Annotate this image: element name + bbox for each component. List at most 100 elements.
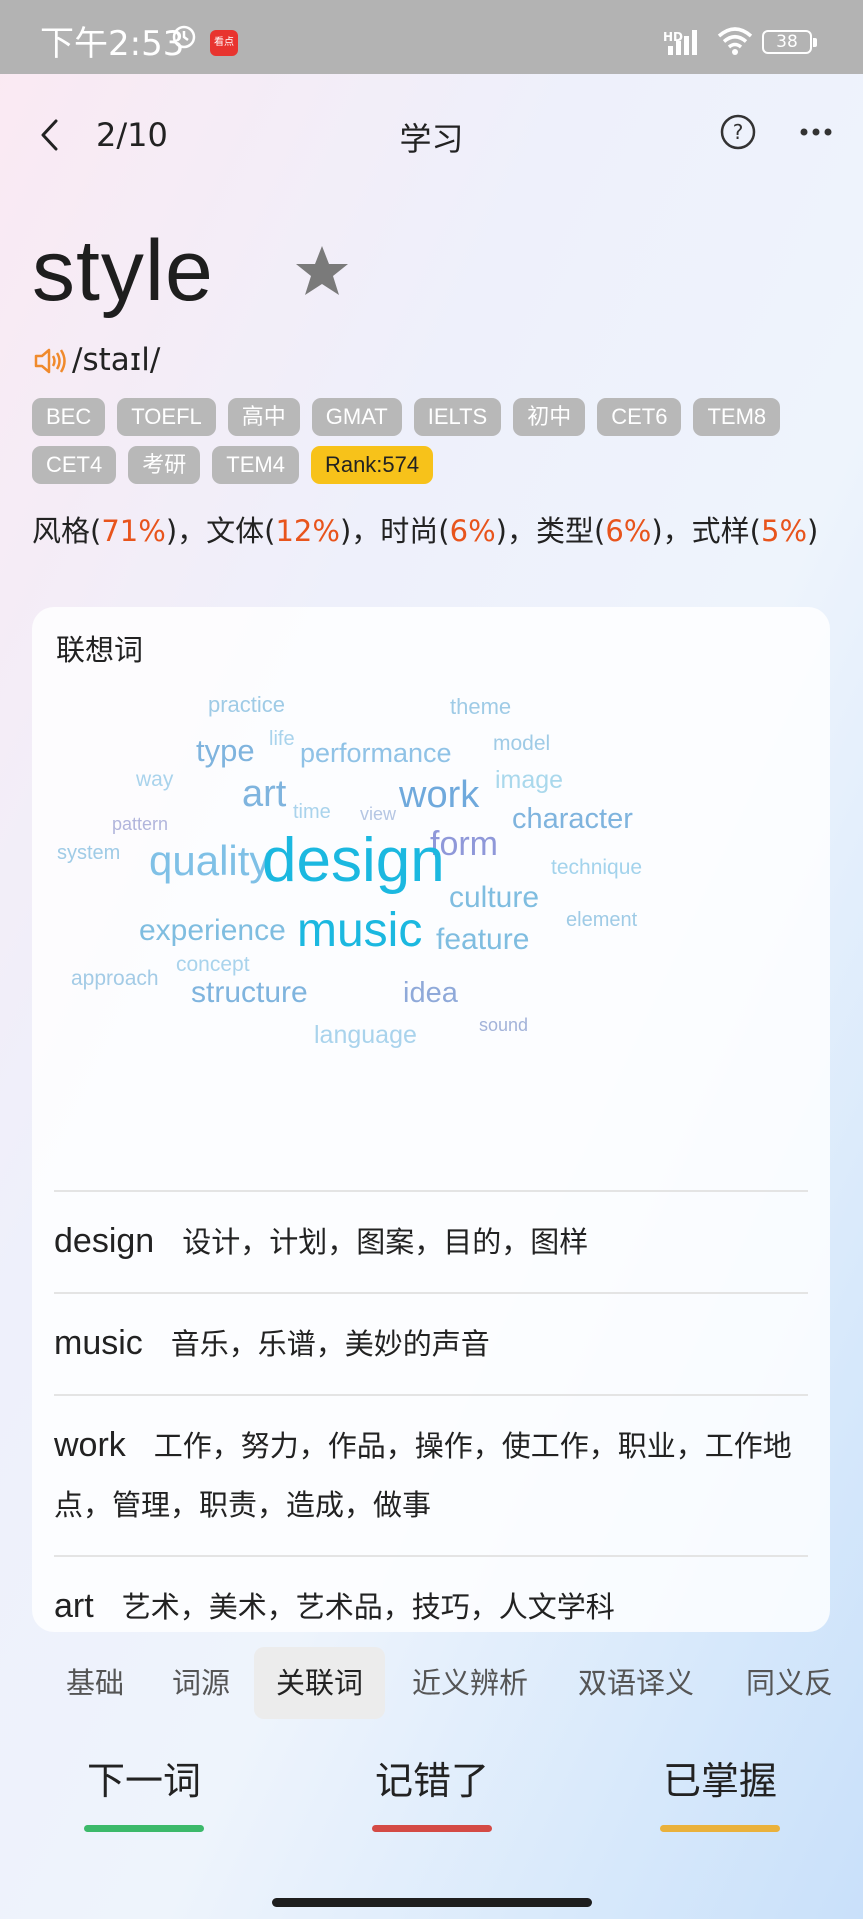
meaning-percent: 12%	[275, 514, 340, 548]
cloud-word-time[interactable]: time	[293, 802, 331, 822]
exam-tag: GMAT	[311, 398, 402, 436]
cloud-word-idea[interactable]: idea	[403, 979, 458, 1008]
alarm-icon	[172, 25, 196, 49]
word-list-chinese: 工作，努力，作品，操作，使工作，职业，工作地点，管理，职责，造成，做事	[54, 1429, 792, 1522]
exam-tag: BEC	[32, 398, 106, 436]
signal-icon	[668, 30, 697, 55]
tab-5[interactable]: 同义反	[746, 1647, 833, 1719]
status-time: 下午2:53	[40, 24, 185, 64]
home-indicator[interactable]	[272, 1898, 592, 1907]
word-list-item[interactable]: art 艺术，美术，艺术品，技巧，人文学科	[54, 1555, 808, 1632]
cloud-word-character[interactable]: character	[512, 805, 633, 834]
cloud-word-concept[interactable]: concept	[176, 954, 250, 975]
exam-tag: CET4	[32, 446, 117, 484]
word-cloud: practice theme life type performance model way…	[32, 687, 830, 1087]
meaning-percent: 71%	[101, 514, 166, 548]
cloud-word-theme[interactable]: theme	[450, 696, 511, 718]
top-nav: 2/10 学习 ?	[0, 100, 863, 170]
cloud-word-language[interactable]: language	[314, 1023, 417, 1048]
cloud-word-feature[interactable]: feature	[436, 925, 529, 955]
tab-1[interactable]: 词源	[172, 1647, 230, 1719]
associated-word-list: design 设计，计划，图案，目的，图样 music 音乐，乐谱，美妙的声音 work…	[54, 1190, 808, 1632]
cloud-word-practice[interactable]: practice	[208, 694, 285, 716]
word-list-item[interactable]: work 工作，努力，作品，操作，使工作，职业，工作地点，管理，职责，造成，做事	[54, 1394, 808, 1555]
exam-tag: 高中	[227, 398, 300, 436]
cloud-word-view[interactable]: view	[360, 805, 396, 823]
cloud-word-approach[interactable]: approach	[71, 968, 159, 989]
cloud-word-performance[interactable]: performance	[300, 740, 452, 767]
cloud-word-sound[interactable]: sound	[479, 1016, 528, 1034]
cloud-word-design[interactable]: design	[262, 830, 445, 892]
exam-tags: BEC TOEFL 高中 GMAT IELTS 初中 CET6 TEM8 CET4 考研 TEM4 R…	[32, 398, 832, 484]
word-list-chinese: 艺术，美术，艺术品，技巧，人文学科	[121, 1590, 615, 1624]
meaning-percent: 6%	[605, 514, 652, 548]
action-label: 记错了	[374, 1759, 489, 1803]
svg-text:?: ?	[733, 120, 744, 144]
exam-tag: IELTS	[413, 398, 502, 436]
cloud-word-quality[interactable]: quality	[149, 840, 270, 882]
cloud-word-culture[interactable]: culture	[449, 883, 539, 913]
word-list-chinese: 设计，计划，图案，目的，图样	[182, 1225, 589, 1259]
meaning-text: 时尚	[380, 514, 439, 548]
word-list-english: music	[54, 1324, 143, 1362]
cloud-word-art[interactable]: art	[242, 775, 286, 813]
meaning-text: 文体	[206, 514, 265, 548]
action-button-2[interactable]: 已掌握	[660, 1750, 780, 1832]
battery-icon: 38	[762, 30, 817, 54]
tab-4[interactable]: 双语译义	[578, 1647, 694, 1719]
news-app-icon: 看点	[210, 30, 238, 56]
cloud-word-music[interactable]: music	[297, 907, 422, 955]
meaning-text: 类型	[535, 514, 594, 548]
cloud-word-system[interactable]: system	[57, 843, 120, 863]
cloud-word-model[interactable]: model	[493, 733, 550, 754]
cloud-word-type[interactable]: type	[196, 735, 255, 766]
cloud-word-experience[interactable]: experience	[139, 916, 286, 946]
tab-2[interactable]: 关联词	[254, 1647, 386, 1719]
tab-3[interactable]: 近义辨析	[412, 1647, 528, 1719]
action-buttons: 下一词 记错了 已掌握	[0, 1750, 863, 1850]
word-list-english: work	[54, 1426, 126, 1464]
wifi-icon	[717, 27, 753, 55]
status-bar: 下午2:53 看点 HD 38	[0, 0, 863, 74]
exam-tag: 初中	[513, 398, 586, 436]
action-underline	[660, 1825, 780, 1832]
cloud-word-life[interactable]: life	[269, 729, 295, 749]
cloud-word-element[interactable]: element	[566, 910, 637, 930]
word-list-item[interactable]: design 设计，计划，图案，目的，图样	[54, 1190, 808, 1292]
action-label: 已掌握	[662, 1759, 777, 1803]
exam-tag: TEM4	[212, 446, 299, 484]
help-icon[interactable]: ?	[720, 114, 756, 150]
phonetic: /staɪl/	[72, 342, 161, 378]
action-button-1[interactable]: 记错了	[372, 1750, 492, 1832]
meaning-frequencies: 风格(71%)，文体(12%)，时尚(6%)，类型(6%)，式样(5%)	[32, 514, 819, 548]
meaning-text: 式样	[691, 514, 750, 548]
favorite-star-icon[interactable]	[294, 244, 350, 298]
cloud-word-structure[interactable]: structure	[191, 978, 308, 1008]
word-list-english: art	[54, 1587, 94, 1625]
cloud-word-technique[interactable]: technique	[551, 857, 642, 878]
section-tabs: 基础 词源 关联词 近义辨析 双语译义 同义反	[0, 1647, 863, 1719]
cloud-word-work[interactable]: work	[399, 776, 479, 814]
meaning-percent: 5%	[761, 514, 808, 548]
rank-badge: Rank:574	[310, 446, 434, 484]
word-list-english: design	[54, 1222, 155, 1260]
word-list-item[interactable]: music 音乐，乐谱，美妙的声音	[54, 1292, 808, 1394]
headword: style	[32, 223, 214, 319]
more-options-icon[interactable]	[796, 114, 836, 150]
exam-tag: CET6	[597, 398, 682, 436]
meaning-text: 风格	[32, 514, 91, 548]
tab-0[interactable]: 基础	[66, 1647, 124, 1719]
cloud-word-image[interactable]: image	[495, 768, 563, 793]
card-title: 联想词	[56, 633, 144, 667]
cloud-word-pattern[interactable]: pattern	[112, 815, 168, 833]
meaning-percent: 6%	[449, 514, 496, 548]
pronunciation-speaker-icon[interactable]	[34, 347, 68, 375]
exam-tag: TOEFL	[117, 398, 216, 436]
action-underline	[84, 1825, 204, 1832]
action-underline	[372, 1825, 492, 1832]
action-button-0[interactable]: 下一词	[84, 1750, 204, 1832]
word-list-chinese: 音乐，乐谱，美妙的声音	[170, 1327, 490, 1361]
exam-tag: 考研	[128, 446, 201, 484]
action-label: 下一词	[86, 1759, 201, 1803]
cloud-word-way[interactable]: way	[136, 769, 173, 790]
